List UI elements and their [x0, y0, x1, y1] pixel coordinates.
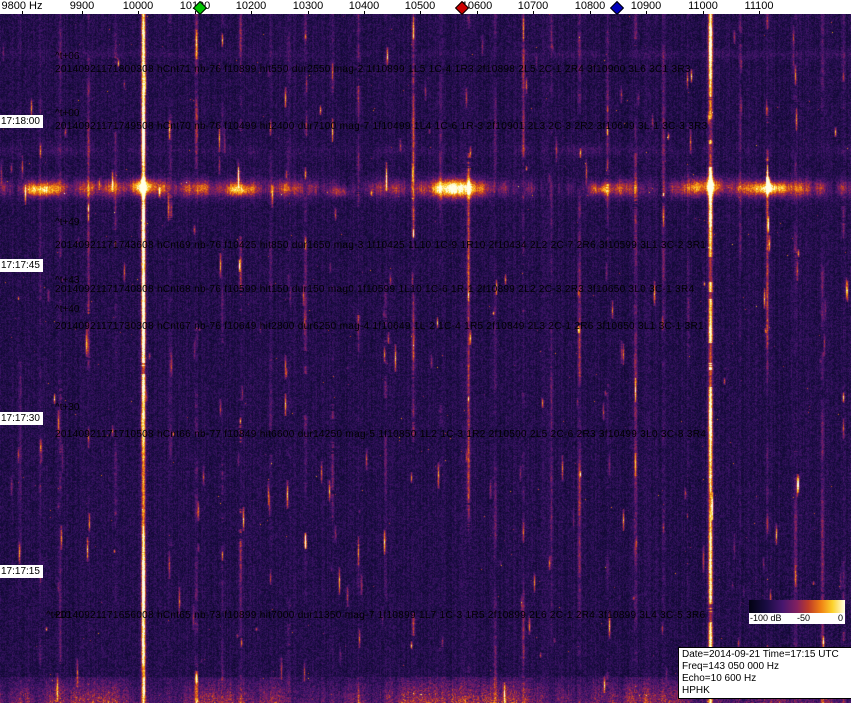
freq-tick-mark	[420, 11, 421, 14]
freq-tick-mark	[646, 11, 647, 14]
colorbar-label-mid: -50	[797, 613, 811, 623]
freq-tick-mark	[82, 11, 83, 14]
freq-tick-mark	[308, 11, 309, 14]
freq-tick-mark	[138, 11, 139, 14]
info-echo: Echo=10 600 Hz	[682, 673, 757, 684]
info-frequency: Freq=143 050 000 Hz	[682, 661, 780, 672]
freq-tick-mark	[703, 11, 704, 14]
freq-tick-mark	[590, 11, 591, 14]
freq-tick-mark	[477, 11, 478, 14]
spectrogram-display	[0, 14, 851, 703]
info-station: HPHK	[682, 685, 710, 696]
freq-tick-mark	[251, 11, 252, 14]
colorbar: -100 dB -50 0	[749, 600, 845, 624]
colorbar-label-min: -100 dB	[750, 613, 782, 623]
spectrum-lab-screen: 9800 Hz990010000101001020010300104001050…	[0, 0, 851, 703]
info-box: Date=2014-09-21 Time=17:15 UTC Freq=143 …	[678, 647, 851, 699]
info-date-time: Date=2014-09-21 Time=17:15 UTC	[682, 649, 839, 660]
colorbar-labels: -100 dB -50 0	[749, 613, 845, 624]
freq-tick-mark	[22, 11, 23, 14]
colorbar-gradient	[749, 600, 845, 613]
freq-tick-mark	[533, 11, 534, 14]
freq-tick-mark	[759, 11, 760, 14]
freq-tick-mark	[364, 11, 365, 14]
frequency-axis: 9800 Hz990010000101001020010300104001050…	[0, 0, 851, 16]
colorbar-label-max: 0	[837, 613, 843, 623]
marker-diamond-blue[interactable]	[609, 0, 625, 16]
